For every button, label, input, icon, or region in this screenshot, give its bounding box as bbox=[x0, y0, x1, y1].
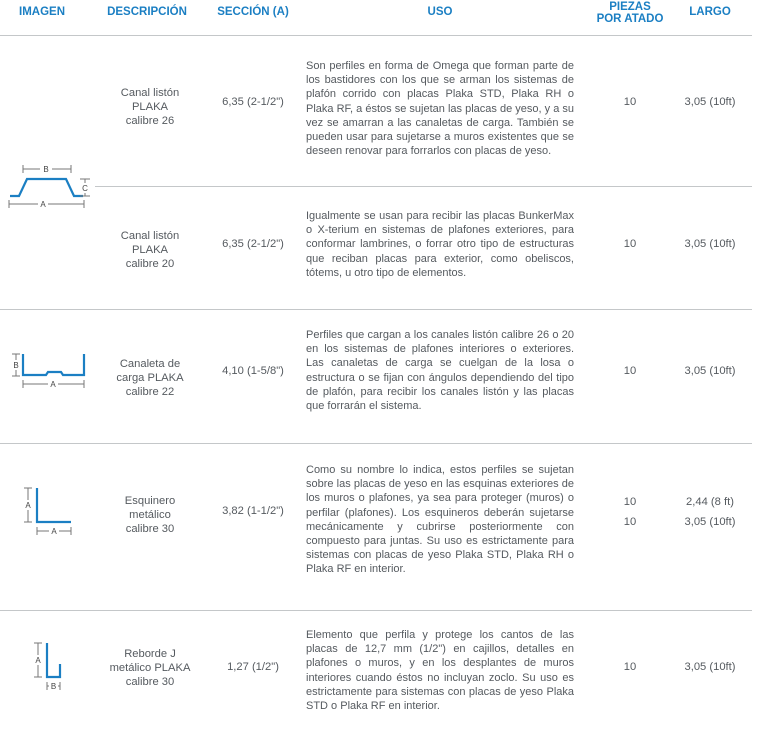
header-seccion: SECCIÓN (A) bbox=[217, 6, 289, 18]
channel-label-b: B bbox=[13, 361, 18, 370]
row-largo: 2,44 (8 ft) bbox=[686, 496, 734, 508]
row-rule bbox=[0, 610, 752, 611]
header-largo: LARGO bbox=[689, 6, 731, 18]
row-description: Canal listón PLAKA calibre 20 bbox=[120, 230, 180, 270]
row-seccion: 6,35 (2-1/2") bbox=[222, 96, 284, 108]
corner-label-a-vertical: A bbox=[25, 501, 31, 510]
header-descripcion: DESCRIPCIÓN bbox=[107, 6, 187, 18]
row-seccion: 6,35 (2-1/2") bbox=[222, 238, 284, 250]
row-piezas: 10 bbox=[623, 96, 637, 108]
j-trim-icon: A B bbox=[32, 640, 72, 692]
row-rule bbox=[0, 309, 752, 310]
row-largo: 3,05 (10ft) bbox=[684, 365, 736, 377]
row-description: Reborde J metálico PLAKA calibre 30 bbox=[109, 648, 191, 688]
row-uso: Igualmente se usan para recibir las plac… bbox=[306, 210, 574, 279]
row-description: Canaleta de carga PLAKA calibre 22 bbox=[116, 358, 184, 398]
table-header: IMAGEN DESCRIPCIÓN SECCIÓN (A) USO PIEZA… bbox=[0, 0, 781, 36]
jtrim-label-b: B bbox=[51, 682, 56, 691]
row-rule bbox=[0, 443, 752, 444]
row-seccion: 1,27 (1/2") bbox=[227, 661, 279, 673]
row-largo: 3,05 (10ft) bbox=[684, 96, 736, 108]
row-largo: 3,05 (10ft) bbox=[684, 516, 736, 528]
row-largo: 3,05 (10ft) bbox=[684, 238, 736, 250]
corner-bead-icon: A A bbox=[18, 486, 88, 538]
row-uso: Perfiles que cargan a los canales listón… bbox=[306, 329, 574, 413]
row-piezas: 10 bbox=[623, 496, 637, 508]
header-imagen: IMAGEN bbox=[19, 6, 65, 18]
row-description: Esquinero metálico calibre 30 bbox=[124, 495, 176, 535]
omega-profile-icon: B C A bbox=[6, 160, 96, 212]
omega-label-a: A bbox=[40, 200, 46, 209]
omega-label-b: B bbox=[43, 165, 48, 174]
header-uso: USO bbox=[427, 6, 453, 18]
row-rule bbox=[95, 186, 752, 187]
corner-label-a-horizontal: A bbox=[51, 527, 57, 536]
row-description: Canal listón PLAKA calibre 26 bbox=[120, 87, 180, 127]
row-piezas: 10 bbox=[623, 516, 637, 528]
channel-profile-icon: B A bbox=[6, 352, 96, 396]
jtrim-label-a: A bbox=[35, 656, 41, 665]
header-rule bbox=[0, 35, 752, 36]
row-uso: Como su nombre lo indica, estos perfiles… bbox=[306, 464, 574, 576]
row-seccion: 3,82 (1-1/2") bbox=[222, 505, 284, 517]
row-piezas: 10 bbox=[623, 661, 637, 673]
row-largo: 3,05 (10ft) bbox=[684, 661, 736, 673]
row-piezas: 10 bbox=[623, 238, 637, 250]
row-piezas: 10 bbox=[623, 365, 637, 377]
row-uso: Elemento que perfila y protege los canto… bbox=[306, 629, 574, 713]
row-uso: Son perfiles en forma de Omega que forma… bbox=[306, 60, 574, 158]
channel-label-a: A bbox=[50, 380, 56, 389]
row-seccion: 4,10 (1-5/8") bbox=[222, 365, 284, 377]
omega-label-c: C bbox=[82, 184, 88, 193]
